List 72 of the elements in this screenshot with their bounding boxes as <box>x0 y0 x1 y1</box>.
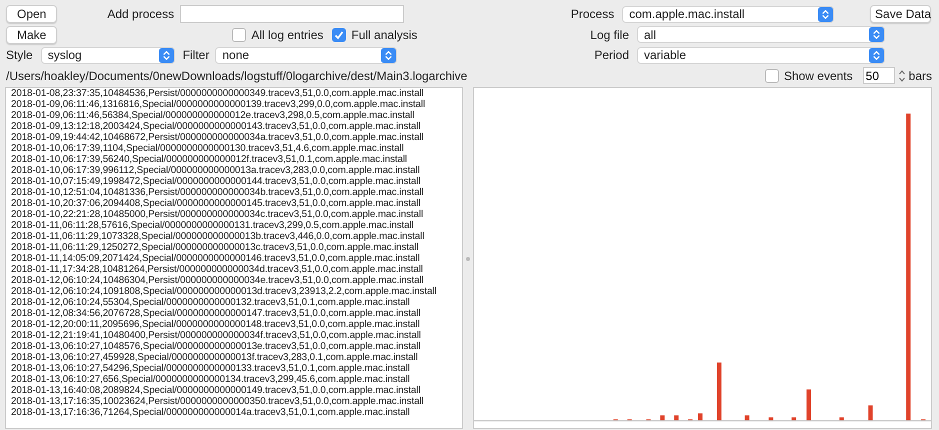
process-dropdown[interactable]: com.apple.mac.install <box>622 6 834 23</box>
log-line: 2018-01-13,06:10:27,656,Special/0000000000000134.tracev3,299,45.6,com.apple.mac.install <box>11 374 411 385</box>
stepper-arrows-icon <box>869 48 884 63</box>
log-line: 2018-01-09,06:11:46,1316816,Special/0000000000000139.tracev3,299,0.0,com.apple.mac.install <box>11 99 426 110</box>
period-dropdown[interactable]: variable <box>637 46 885 64</box>
chart-bar <box>660 415 665 420</box>
checkbox-label: All log entries <box>251 28 324 42</box>
stepper-arrows-icon <box>158 48 174 63</box>
splitter-handle[interactable] <box>466 257 470 261</box>
checkbox[interactable] <box>232 28 246 42</box>
stepper-icon[interactable] <box>898 68 906 84</box>
log-line: 2018-01-10,07:15:49,1998472,Special/0000000000000144.tracev3,51,0.0,com.apple.mac.install <box>11 176 422 187</box>
log-line: 2018-01-13,06:10:27,459928,Special/000000000000013f.tracev3,283,0.1,com.apple.mac.install <box>11 352 419 363</box>
log-line: 2018-01-12,06:10:24,10486304,Persist/000000000000034e.tracev3,51,0.0,com.apple.mac.install <box>11 275 425 286</box>
log-line: 2018-01-13,17:16:36,71264,Special/000000000000014a.tracev3,51,0.1,com.apple.mac.install <box>11 407 411 418</box>
log-line: 2018-01-12,20:00:11,2095696,Special/0000000000000148.tracev3,51,0.0,com.apple.mac.install <box>11 319 421 330</box>
chart-bar <box>744 415 750 420</box>
field-label: Add process <box>107 7 174 22</box>
checkbox[interactable] <box>332 28 346 42</box>
log-line: 2018-01-13,16:40:08,2089824,Special/0000000000000149.tracev3,51,0.0,com.apple.mac.install <box>11 385 422 396</box>
log-line: 2018-01-08,23:37:35,10484536,Persist/0000000000000349.tracev3,51,0.0,com.apple.mac.install <box>11 88 425 99</box>
style-dropdown[interactable]: syslog <box>40 46 175 64</box>
log-line: 2018-01-13,06:10:27,54296,Special/0000000000000133.tracev3,51,0.1,com.apple.mac.install <box>11 363 411 374</box>
field-label: Process <box>570 7 614 22</box>
add-process-field[interactable] <box>180 5 404 24</box>
log-line: 2018-01-10,22:21:28,10485000,Persist/000000000000034c.tracev3,51,0.0,com.apple.mac.install <box>11 209 424 220</box>
filter-dropdown[interactable]: none <box>215 46 398 64</box>
log-line: 2018-01-10,20:37:06,2094408,Special/0000000000000145.tracev3,51,0.0,com.apple.mac.install <box>11 198 422 209</box>
log-line: 2018-01-10,06:17:39,996112,Special/000000000000013a.tracev3,283,0.0,com.apple.mac.install <box>11 165 421 176</box>
log-line: 2018-01-09,19:44:42,10468672,Persist/000000000000034a.tracev3,51,0.0,com.apple.mac.install <box>11 132 425 143</box>
save-data-button[interactable]: Save Data <box>870 5 931 24</box>
chart-bar <box>792 417 796 420</box>
field-label: Period <box>593 48 629 62</box>
stepper-arrows-icon <box>869 27 884 42</box>
bars-label: bars <box>908 68 932 83</box>
log-line: 2018-01-12,06:10:24,55304,Special/0000000000000132.tracev3,51,0.1,com.apple.mac.install <box>11 297 411 308</box>
field-label: Filter <box>182 48 210 62</box>
checkbox-label: Full analysis <box>351 28 418 42</box>
bars-field[interactable]: 50 <box>862 67 895 84</box>
log-line: 2018-01-09,06:11:46,56384,Special/000000000000012e.tracev3,298,0.5,com.apple.mac.install <box>11 110 416 121</box>
chart-bar <box>868 405 873 420</box>
log-line: 2018-01-10,06:17:39,1104,Special/0000000000000130.tracev3,51,4.6,com.apple.mac.install <box>11 143 405 154</box>
log-line: 2018-01-12,06:10:24,1091808,Special/000000000000013d.tracev3,23913,2.2,com.apple.mac.install <box>11 286 438 297</box>
chart-bar <box>716 362 722 420</box>
log-file-dropdown[interactable]: all <box>637 26 885 44</box>
field-label: Style <box>6 48 33 62</box>
field-label: Log file <box>589 28 629 42</box>
chart-bar <box>839 417 844 420</box>
log-line: 2018-01-11,06:11:29,1073328,Special/000000000000013b.tracev3,446,0.0,com.apple.mac.install <box>11 231 426 242</box>
log-line: 2018-01-12,08:34:56,2076728,Special/0000000000000147.tracev3,51,0.0,com.apple.mac.install <box>11 308 422 319</box>
log-line: 2018-01-13,06:10:27,1048576,Special/000000000000013e.tracev3,51,0.0,com.apple.mac.install <box>11 341 422 352</box>
chart-bar <box>806 389 812 420</box>
log-line: 2018-01-11,06:11:29,1250272,Special/000000000000013c.tracev3,51,0.0,com.apple.mac.install <box>11 242 420 253</box>
stepper-arrows-icon <box>818 6 834 22</box>
open-button[interactable]: Open <box>6 5 58 24</box>
chart-bar <box>768 417 774 420</box>
file-path: /Users/hoakley/Documents/0newDownloads/logstuff/0logarchive/dest/Main3.logarchive <box>6 68 468 83</box>
log-text-area[interactable] <box>5 87 463 429</box>
chart-bar <box>698 413 702 420</box>
log-line: 2018-01-10,06:17:39,56240,Special/000000000000012f.tracev3,51,0.1,com.apple.mac.install <box>11 154 408 165</box>
log-line: 2018-01-13,17:16:35,10023624,Persist/0000000000000350.tracev3,51,0.0,com.apple.mac.install <box>11 396 425 407</box>
checkbox-label: Show events <box>784 68 853 83</box>
stepper-arrows-icon <box>381 48 396 63</box>
checkbox[interactable] <box>764 68 779 83</box>
log-line: 2018-01-11,06:11:28,57616,Special/0000000000000131.tracev3,299,0.5,com.apple.mac.install <box>11 220 415 231</box>
log-line: 2018-01-12,21:19:41,10480400,Persist/000000000000034f.tracev3,51,0.0,com.apple.mac.install <box>11 330 422 341</box>
log-line: 2018-01-10,12:51:04,10481336,Persist/000000000000034b.tracev3,51,0.0,com.apple.mac.install <box>11 187 425 198</box>
chart-bar <box>674 415 679 420</box>
log-line: 2018-01-09,13:12:18,2003424,Special/0000000000000143.tracev3,51,0.0,com.apple.mac.install <box>11 121 422 132</box>
log-line: 2018-01-11,17:34:28,10481264,Persist/000000000000034d.tracev3,51,0.0,com.apple.mac.install <box>11 264 424 275</box>
log-line: 2018-01-11,14:05:09,2071424,Special/0000000000000146.tracev3,51,0.0,com.apple.mac.install <box>11 253 421 264</box>
make-button[interactable]: Make <box>6 26 58 44</box>
